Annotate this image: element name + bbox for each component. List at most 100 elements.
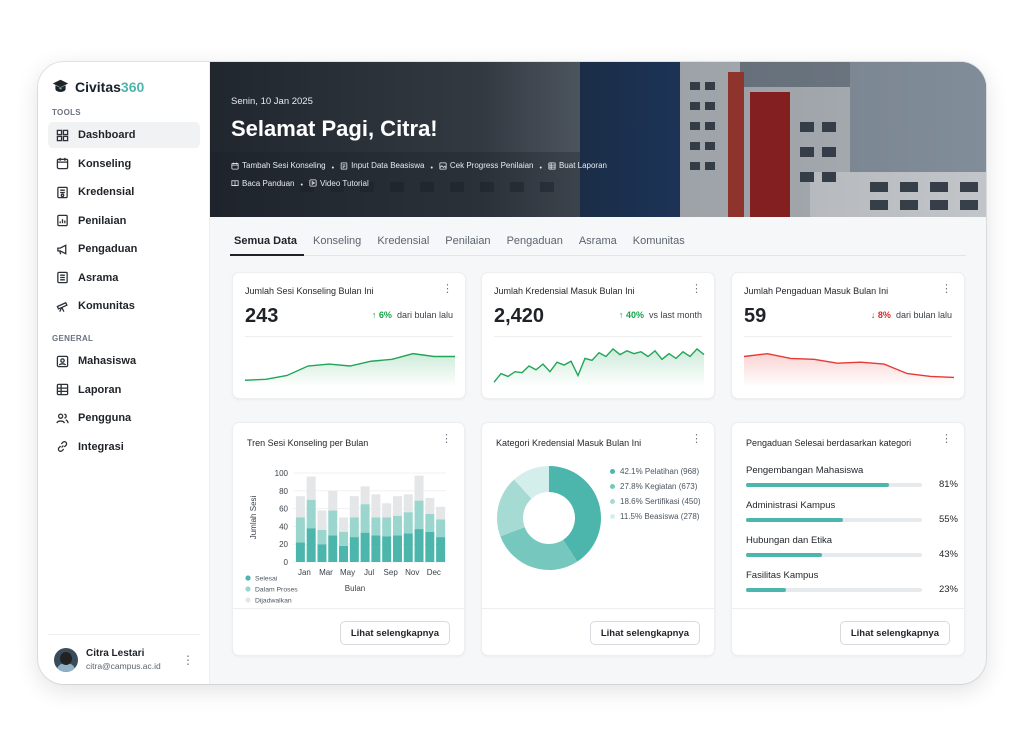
bar-segment-dalam-proses[interactable]: [339, 531, 349, 546]
bar-segment-dijadwalkan[interactable]: [317, 510, 327, 530]
bar-segment-selesai[interactable]: [339, 545, 349, 562]
user-name: Citra Lestari: [86, 648, 145, 659]
bar-segment-dalam-proses[interactable]: [328, 510, 338, 536]
bar-segment-dijadwalkan[interactable]: [306, 476, 316, 500]
see-more-button[interactable]: Lihat selengkapnya: [839, 621, 950, 645]
bar-segment-dijadwalkan[interactable]: [392, 496, 402, 516]
bar-segment-selesai[interactable]: [317, 544, 327, 562]
more-vertical-icon[interactable]: ⋮: [941, 434, 952, 445]
bar-segment-dijadwalkan[interactable]: [339, 517, 349, 532]
tab-kredensial[interactable]: Kredensial: [373, 230, 436, 256]
more-vertical-icon[interactable]: ⋮: [691, 434, 702, 445]
bar-segment-selesai[interactable]: [425, 531, 435, 562]
sidebar-item-pengguna[interactable]: Pengguna: [48, 405, 200, 431]
tab-penilaian[interactable]: Penilaian: [441, 230, 497, 256]
y-tick-label: 0: [284, 558, 289, 567]
quick-link[interactable]: Input Data Beasiswa: [340, 158, 424, 173]
bar-segment-dalam-proses[interactable]: [403, 512, 413, 534]
progress-track: [746, 588, 922, 592]
bar-segment-dijadwalkan[interactable]: [295, 496, 305, 518]
bar-segment-selesai[interactable]: [436, 537, 446, 562]
bar-segment-dijadwalkan[interactable]: [425, 497, 435, 514]
sidebar-item-penilaian[interactable]: Penilaian: [48, 208, 200, 234]
bar-segment-dijadwalkan[interactable]: [328, 490, 338, 511]
bar-segment-dijadwalkan[interactable]: [436, 506, 446, 520]
general-section-label: GENERAL: [52, 334, 94, 343]
bar-segment-dijadwalkan[interactable]: [360, 486, 370, 505]
bar-segment-selesai[interactable]: [403, 533, 413, 562]
sidebar-item-mahasiswa[interactable]: Mahasiswa: [48, 348, 200, 374]
more-vertical-icon[interactable]: ⋮: [441, 434, 452, 445]
user-profile[interactable]: Citra Lestari citra@campus.ac.id ⋮: [48, 634, 200, 678]
brand-logo[interactable]: Civitas360: [52, 78, 144, 95]
bar-segment-selesai[interactable]: [382, 536, 392, 562]
telescope-icon: [56, 301, 68, 312]
bar-segment-dalam-proses[interactable]: [392, 515, 402, 536]
quick-link[interactable]: Tambah Sesi Konseling: [231, 158, 326, 173]
sidebar-item-asrama[interactable]: Asrama: [48, 265, 200, 291]
megaphone-icon: [57, 243, 67, 255]
bar-segment-selesai[interactable]: [371, 535, 381, 562]
legend-dot: [610, 514, 615, 519]
card-title: Kategori Kredensial Masuk Bulan Ini: [496, 438, 642, 448]
sidebar-item-laporan[interactable]: Laporan: [48, 377, 200, 403]
bar-segment-dalam-proses[interactable]: [349, 517, 359, 538]
bar-segment-selesai[interactable]: [306, 528, 316, 562]
tab-konseling[interactable]: Konseling: [309, 230, 368, 256]
quick-link[interactable]: Video Tutorial: [309, 176, 369, 191]
sidebar-item-integrasi[interactable]: Integrasi: [48, 434, 200, 460]
tab-komunitas[interactable]: Komunitas: [629, 230, 692, 256]
card-divider: [732, 608, 964, 609]
bar-segment-dijadwalkan[interactable]: [403, 494, 413, 513]
bar-segment-dalam-proses[interactable]: [436, 519, 446, 538]
legend-label: 27.8% Kegiatan (673): [620, 482, 698, 491]
more-vertical-icon[interactable]: ⋮: [941, 284, 952, 295]
tab-semua-data[interactable]: Semua Data: [230, 230, 304, 256]
bar-segment-dijadwalkan[interactable]: [349, 496, 359, 518]
tab-pengaduan[interactable]: Pengaduan: [503, 230, 570, 256]
more-vertical-icon[interactable]: ⋮: [691, 284, 702, 295]
bar-segment-dalam-proses[interactable]: [317, 529, 327, 545]
tab-asrama[interactable]: Asrama: [575, 230, 624, 256]
legend-dot: [610, 499, 615, 504]
quick-link-label: Tambah Sesi Konseling: [242, 161, 326, 170]
bar-segment-dalam-proses[interactable]: [360, 504, 370, 533]
delta-suffix: vs last month: [648, 310, 702, 320]
more-vertical-icon[interactable]: ⋮: [182, 654, 194, 666]
bar-segment-dalam-proses[interactable]: [295, 517, 305, 543]
see-more-button[interactable]: Lihat selengkapnya: [589, 621, 700, 645]
quick-link[interactable]: Buat Laporan: [548, 158, 607, 173]
bar-segment-selesai[interactable]: [414, 529, 424, 562]
bar-chart-card: Tren Sesi Konseling per Bulan ⋮ 0 20 40 60 8…: [232, 422, 465, 656]
sidebar-item-pengaduan[interactable]: Pengaduan: [48, 236, 200, 262]
bar-segment-selesai[interactable]: [295, 542, 305, 562]
quick-link[interactable]: Baca Panduan: [231, 176, 295, 191]
bar-segment-selesai[interactable]: [349, 537, 359, 562]
sidebar-item-kredensial[interactable]: Kredensial: [48, 179, 200, 205]
donut-slice[interactable]: [500, 527, 578, 570]
bar-segment-dalam-proses[interactable]: [306, 499, 316, 529]
bar-segment-dijadwalkan[interactable]: [414, 475, 424, 501]
stat-value: 243: [245, 305, 279, 327]
quick-link[interactable]: Cek Progress Penilaian: [439, 158, 534, 173]
legend-item: 11.5% Beasiswa (278): [610, 512, 700, 521]
bar-segment-dijadwalkan[interactable]: [382, 503, 392, 518]
progress-label: Administrasi Kampus: [746, 500, 836, 511]
bar-segment-selesai[interactable]: [392, 535, 402, 562]
bar-segment-dijadwalkan[interactable]: [371, 494, 381, 518]
legend-label: 42.1% Pelatihan (968): [620, 467, 700, 476]
delta-suffix: dari bulan lalu: [895, 310, 952, 320]
card-title: Pengaduan Selesai berdasarkan kategori: [746, 438, 912, 448]
see-more-button[interactable]: Lihat selengkapnya: [339, 621, 450, 645]
bar-segment-dalam-proses[interactable]: [371, 517, 381, 536]
sidebar-item-dashboard[interactable]: Dashboard: [48, 122, 200, 148]
sidebar-item-konseling[interactable]: Konseling: [48, 151, 200, 177]
bar-segment-selesai[interactable]: [328, 535, 338, 562]
bar-segment-dalam-proses[interactable]: [382, 517, 392, 537]
y-tick-label: 100: [275, 469, 289, 478]
sidebar-item-komunitas[interactable]: Komunitas: [48, 293, 200, 319]
bar-segment-dalam-proses[interactable]: [425, 513, 435, 532]
bar-segment-dalam-proses[interactable]: [414, 500, 424, 530]
more-vertical-icon[interactable]: ⋮: [442, 284, 453, 295]
bar-segment-selesai[interactable]: [360, 532, 370, 562]
